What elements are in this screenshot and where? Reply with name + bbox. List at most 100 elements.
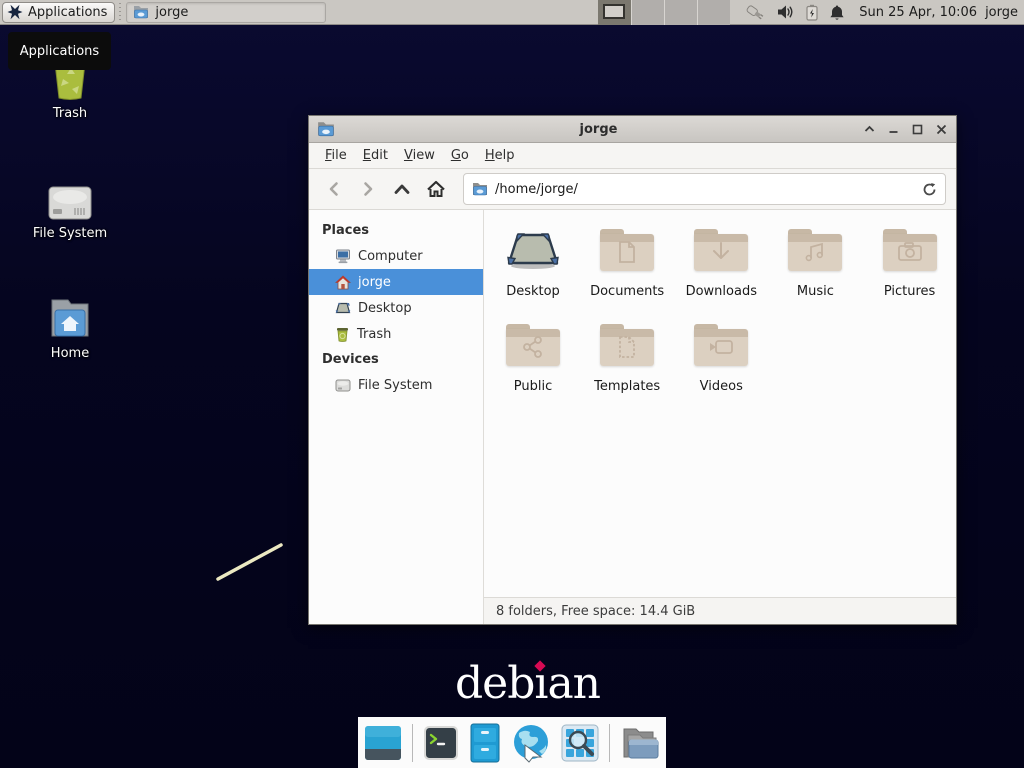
sidebar-header-devices: Devices [309, 347, 483, 372]
folder-desktop[interactable]: Desktop [488, 224, 578, 319]
taskbar-window-button[interactable]: jorge [126, 2, 326, 23]
folder-label: Public [514, 379, 552, 394]
show-desktop-icon[interactable] [364, 725, 402, 761]
debian-logo-i: ı [534, 658, 547, 709]
folder-videos[interactable]: Videos [676, 319, 766, 414]
sidebar-item-jorge[interactable]: jorge [309, 269, 483, 295]
sidebar-item-computer[interactable]: Computer [309, 243, 483, 269]
folder-icon [694, 324, 748, 366]
folder-home-icon [133, 5, 149, 19]
maximize-button[interactable] [910, 122, 924, 136]
app-finder-icon[interactable] [561, 724, 599, 762]
desktop-icon-label: Home [51, 346, 89, 361]
folder-public[interactable]: Public [488, 319, 578, 414]
window-titlebar[interactable]: jorge [309, 116, 956, 143]
workspace-4[interactable] [697, 0, 730, 25]
dock-separator [412, 724, 413, 762]
folder-pictures[interactable]: Pictures [865, 224, 955, 319]
panel-clock[interactable]: Sun 25 Apr, 10:06 [859, 5, 977, 20]
close-button[interactable] [934, 122, 948, 136]
camera-glyph [897, 241, 923, 263]
menu-edit[interactable]: Edit [355, 145, 396, 166]
video-camera-glyph [708, 337, 734, 357]
path-input[interactable] [495, 182, 915, 197]
folder-documents[interactable]: Documents [582, 224, 672, 319]
minimize-button[interactable] [886, 122, 900, 136]
power-plug-icon[interactable] [744, 3, 766, 21]
sidebar-item-label: jorge [358, 275, 391, 290]
top-panel: Applications jorge [0, 0, 1024, 25]
home-button[interactable] [421, 175, 451, 203]
sidebar-item-label: Computer [358, 249, 423, 264]
menu-view[interactable]: View [396, 145, 443, 166]
pathbar-folder-icon [472, 182, 488, 196]
menu-bar: File Edit View Go Help [309, 143, 956, 169]
panel-user-button[interactable]: jorge [985, 5, 1018, 20]
folder-templates[interactable]: Templates [582, 319, 672, 414]
workspace-pager [598, 0, 730, 25]
back-button[interactable] [319, 175, 349, 203]
up-button[interactable] [387, 175, 417, 203]
folder-label: Desktop [506, 284, 560, 299]
directory-icon[interactable] [620, 725, 660, 761]
xfce-applications-icon [7, 4, 23, 20]
debian-logo-text-end: an [547, 658, 600, 709]
content-area: Desktop Documents [484, 210, 956, 624]
debian-logo-text: deb [455, 658, 534, 709]
window-folder-icon [317, 121, 335, 137]
volume-icon[interactable] [777, 4, 795, 20]
sidebar-item-label: File System [358, 378, 432, 393]
battery-charging-icon[interactable] [806, 4, 818, 21]
workspace-1[interactable] [598, 0, 631, 25]
sidebar-item-file-system[interactable]: File System [309, 372, 483, 398]
folder-icon [788, 229, 842, 271]
applications-menu-button[interactable]: Applications [2, 2, 115, 23]
toolbar [309, 169, 956, 210]
window-title: jorge [335, 122, 862, 137]
sidebar-item-trash[interactable]: Trash [309, 321, 483, 347]
dock-separator [609, 724, 610, 762]
folder-icon [883, 229, 937, 271]
tooltip-text: Applications [20, 44, 99, 59]
refresh-icon[interactable] [922, 182, 937, 197]
folder-label: Documents [590, 284, 664, 299]
folder-icon [506, 324, 560, 366]
desktop: Applications jorge [0, 0, 1024, 768]
workspace-2[interactable] [631, 0, 664, 25]
folder-music[interactable]: Music [770, 224, 860, 319]
folder-icon [694, 229, 748, 271]
folder-downloads[interactable]: Downloads [676, 224, 766, 319]
music-notes-glyph [803, 240, 827, 264]
desktop-icon-label: File System [33, 226, 107, 241]
folder-label: Pictures [884, 284, 935, 299]
menu-go[interactable]: Go [443, 145, 477, 166]
desktop-icon-file-system[interactable]: File System [22, 172, 118, 241]
folder-label: Videos [700, 379, 743, 394]
desktop-icon-home[interactable]: Home [22, 292, 118, 361]
terminal-icon[interactable] [423, 725, 459, 761]
sidebar-item-label: Trash [357, 327, 391, 342]
workspace-window-preview [603, 4, 625, 19]
desktop-folder-icon [505, 224, 561, 276]
path-bar[interactable] [463, 173, 946, 205]
hard-drive-icon [47, 172, 93, 220]
forward-button[interactable] [353, 175, 383, 203]
computer-icon [335, 249, 351, 264]
file-cabinet-icon[interactable] [469, 723, 501, 763]
folder-label: Music [797, 284, 834, 299]
bell-icon[interactable] [829, 4, 845, 21]
web-browser-icon[interactable] [511, 723, 551, 763]
folder-icon [600, 324, 654, 366]
workspace-3[interactable] [664, 0, 697, 25]
desktop-icon-label: Trash [53, 106, 87, 121]
trash-mini-icon [335, 327, 350, 342]
sidebar-item-desktop[interactable]: Desktop [309, 295, 483, 321]
taskbar-window-label: jorge [155, 5, 188, 20]
panel-handle[interactable] [117, 3, 124, 21]
applications-menu-label: Applications [28, 5, 107, 20]
menu-file[interactable]: File [317, 145, 355, 166]
share-glyph [521, 335, 545, 359]
shade-button[interactable] [862, 122, 876, 136]
menu-help[interactable]: Help [477, 145, 523, 166]
system-tray [744, 3, 845, 21]
